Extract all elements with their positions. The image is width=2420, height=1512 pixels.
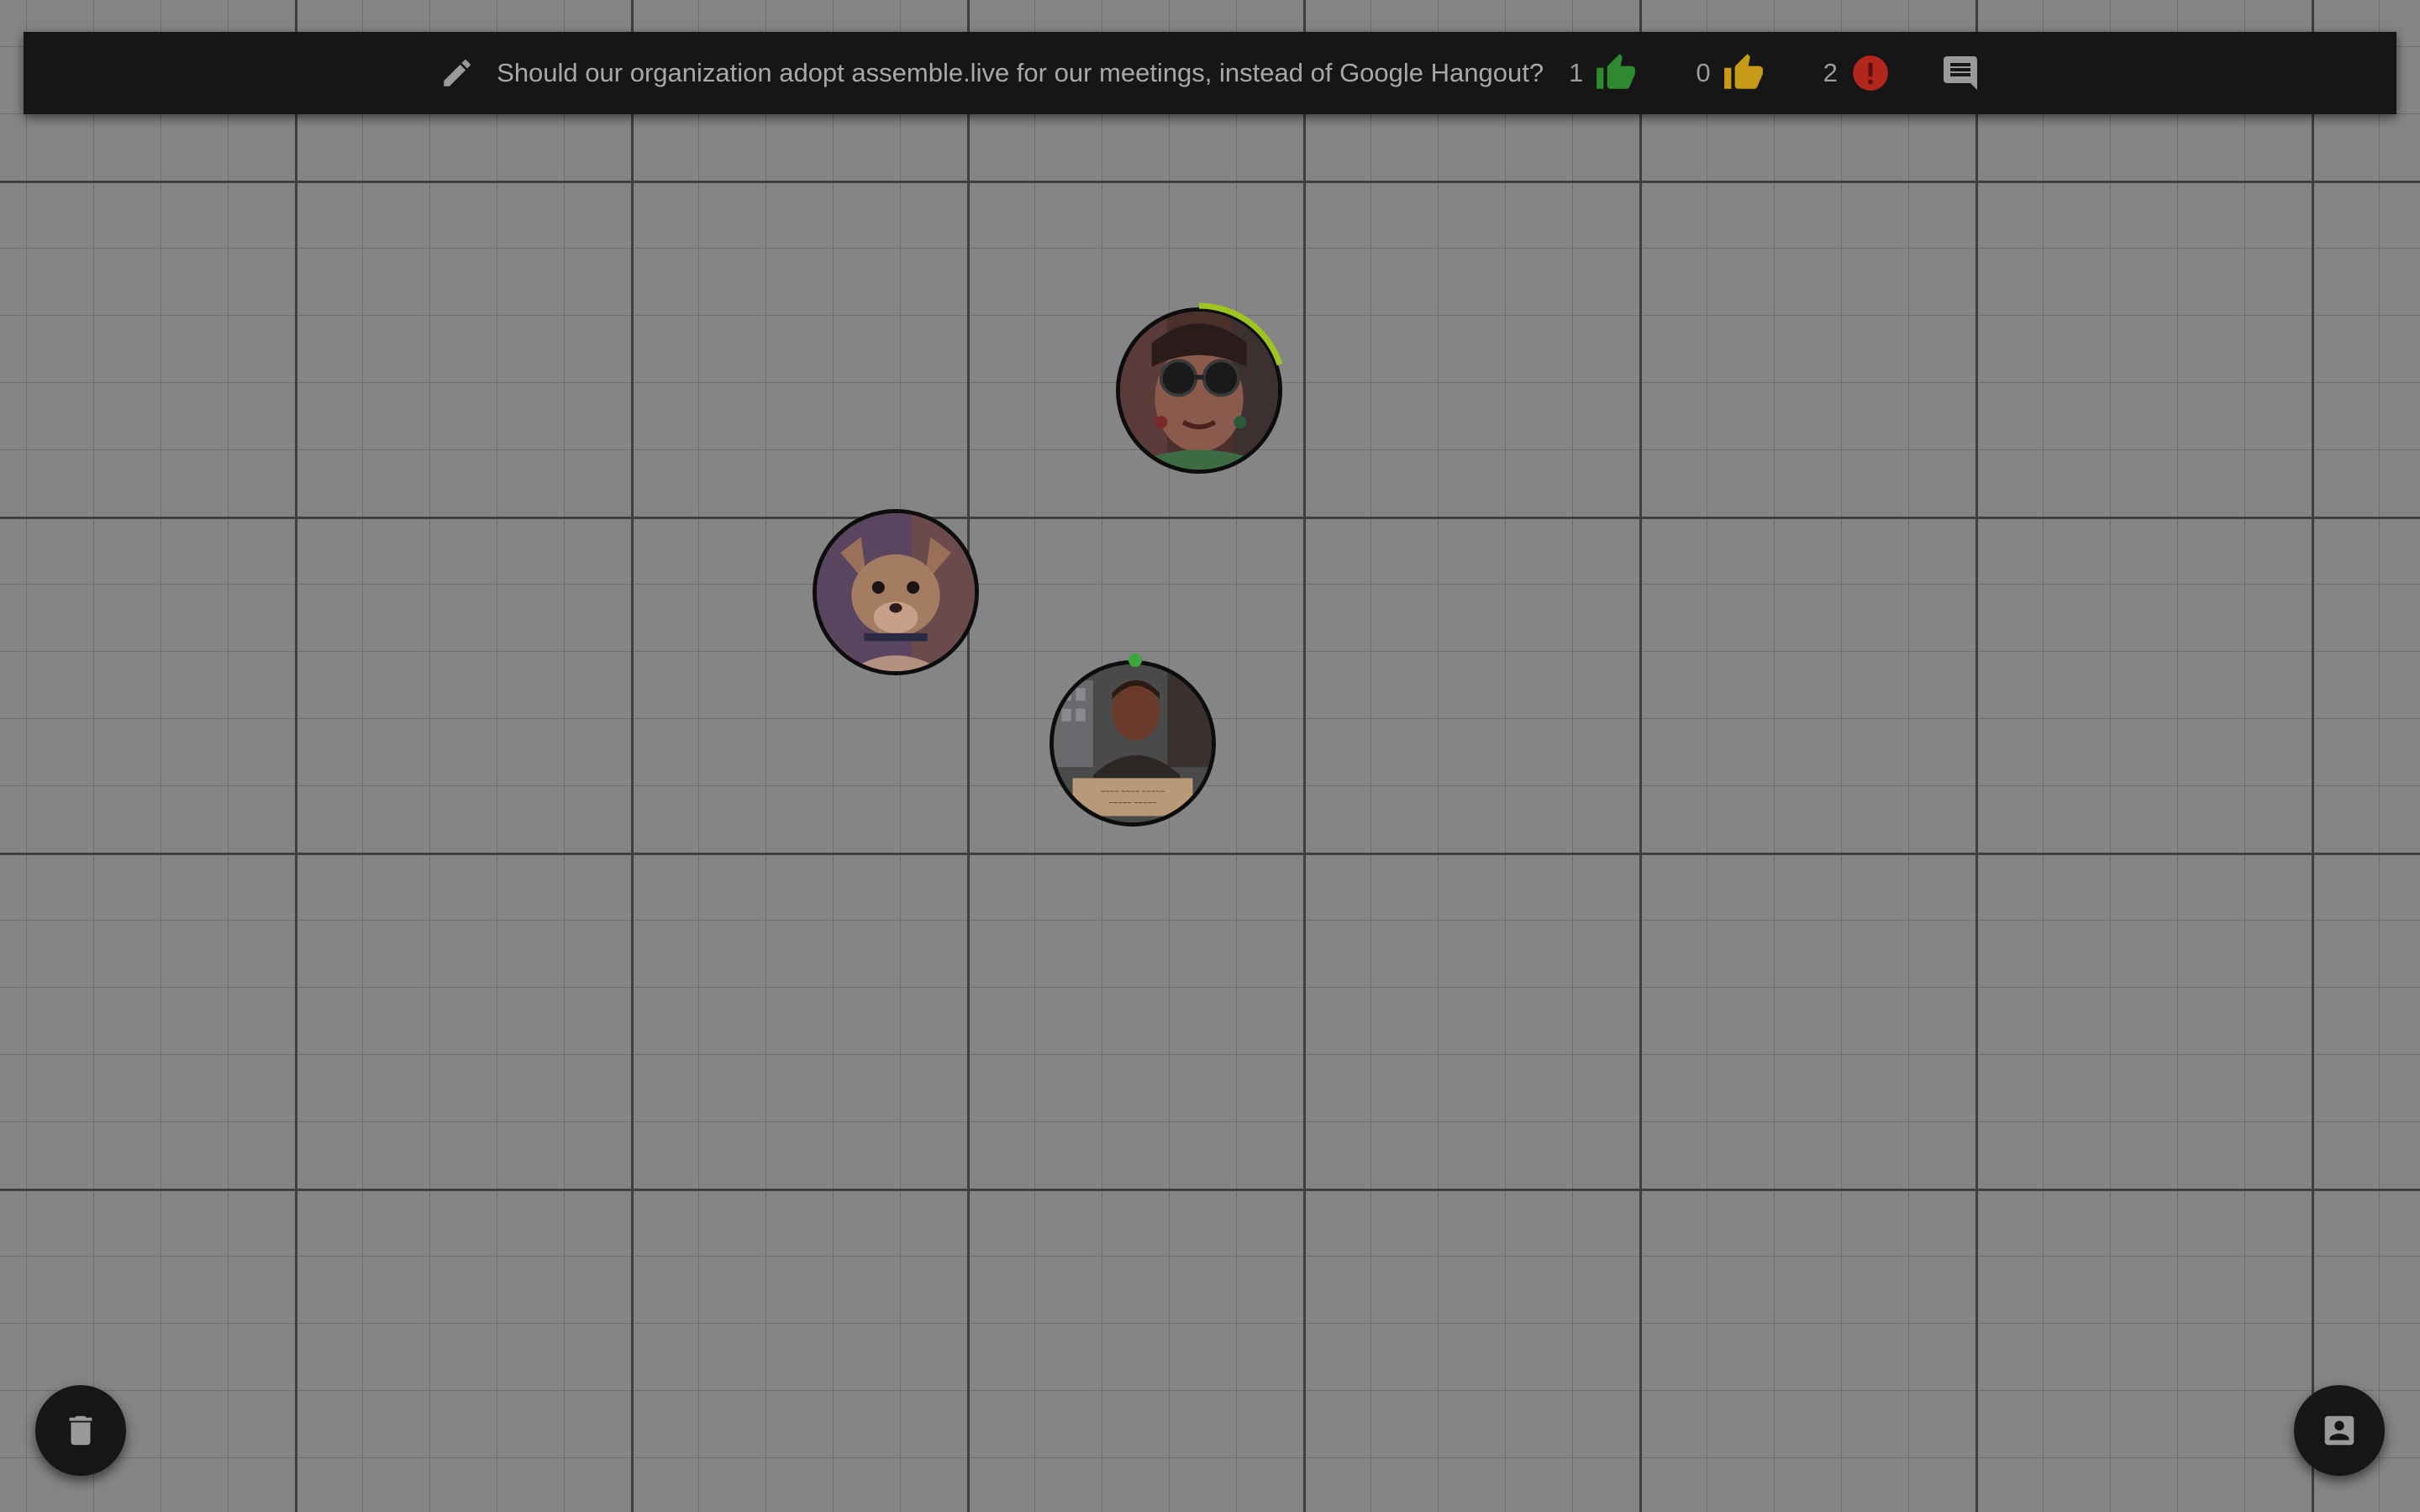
alert-red-icon[interactable] <box>1849 52 1891 94</box>
online-status-dot <box>1128 654 1142 667</box>
question-bar-content: Should our organization adopt assemble.l… <box>439 52 1981 94</box>
disagree-count: 2 <box>1823 58 1838 87</box>
contact-card-icon <box>2324 1415 2354 1446</box>
agree-count: 1 <box>1569 58 1584 87</box>
svg-text:~~~~ ~~~~ ~~~~~: ~~~~ ~~~~ ~~~~~ <box>1101 786 1165 795</box>
comment-icon[interactable] <box>1940 53 1981 93</box>
svg-text:~~~~~ ~~~~~: ~~~~~ ~~~~~ <box>1108 797 1157 806</box>
participant-avatar-dog[interactable] <box>813 509 979 675</box>
pencil-icon[interactable] <box>439 55 475 91</box>
thumbs-up-green-icon[interactable] <box>1595 52 1637 94</box>
woman-portrait-image <box>1120 312 1278 470</box>
neutral-count: 0 <box>1696 58 1711 87</box>
meeting-question[interactable]: Should our organization adopt assemble.l… <box>497 58 1544 88</box>
dog-portrait-image <box>817 513 975 671</box>
trash-icon <box>69 1415 92 1446</box>
participant-avatar-woman[interactable] <box>1116 307 1282 474</box>
trash-button[interactable] <box>35 1385 126 1476</box>
participant-avatar-man[interactable]: ~~~~ ~~~~ ~~~~~ ~~~~~ ~~~~~ <box>1050 660 1216 827</box>
contact-card-button[interactable] <box>2294 1385 2385 1476</box>
question-bar: Should our organization adopt assemble.l… <box>24 32 2396 114</box>
thumbs-up-yellow-icon[interactable] <box>1723 52 1765 94</box>
man-portrait-image: ~~~~ ~~~~ ~~~~~ ~~~~~ ~~~~~ <box>1054 664 1212 822</box>
